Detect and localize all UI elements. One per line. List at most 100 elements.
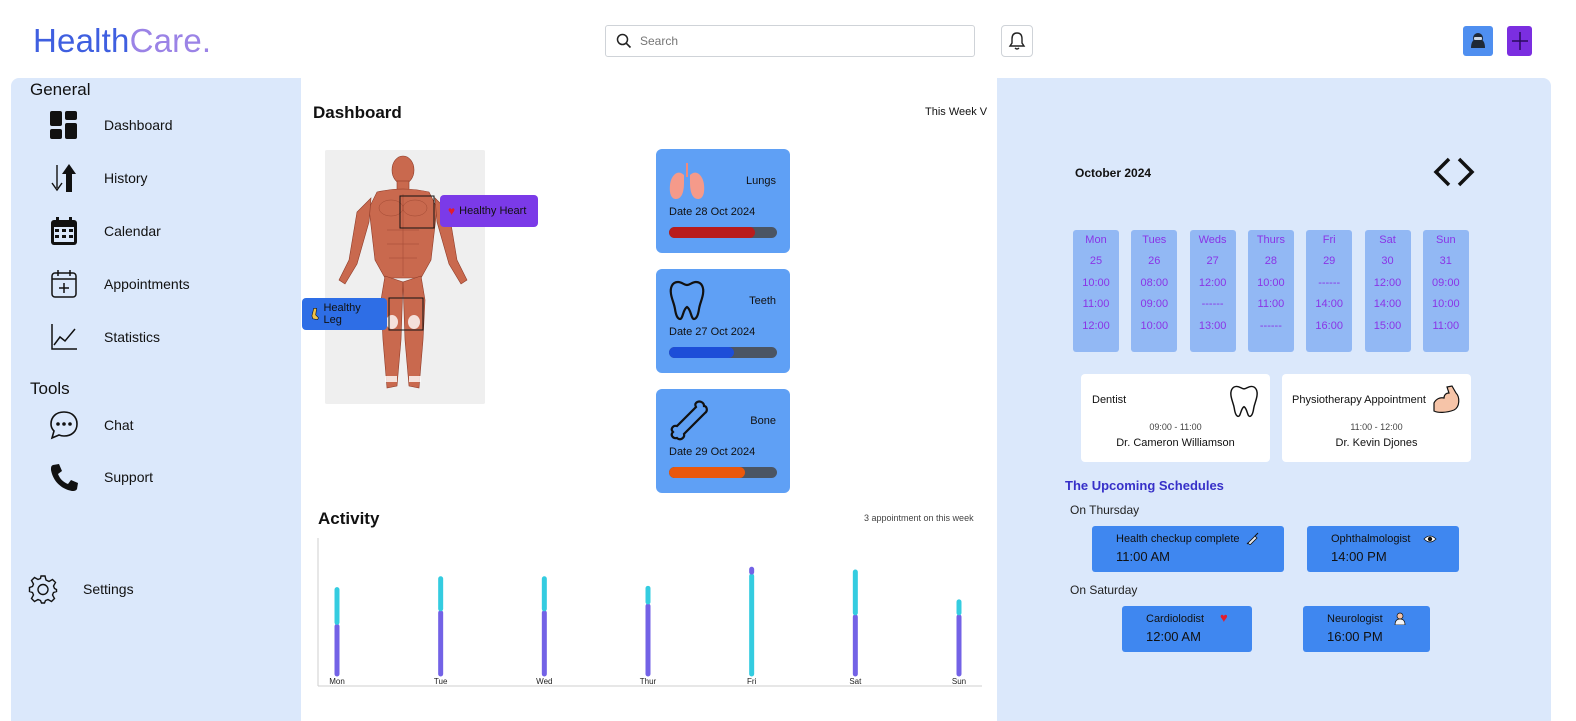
plus-icon <box>1511 32 1528 50</box>
healthy-heart-tag[interactable]: ♥ Healthy Heart <box>440 195 538 227</box>
day-time-slot[interactable]: 14:00 <box>1306 294 1352 315</box>
x-tick-label: Sat <box>849 677 862 686</box>
schedule-item[interactable]: Ophthalmologist 14:00 PM <box>1307 526 1459 572</box>
sidebar-item-label: Chat <box>104 417 134 433</box>
day-time-slot[interactable]: 10:00 <box>1423 294 1469 315</box>
day-name: Mon <box>1085 234 1107 246</box>
notification-button[interactable] <box>1001 25 1033 57</box>
organ-progress-fill <box>669 227 756 238</box>
day-time-slot[interactable]: ------ <box>1306 273 1352 294</box>
sidebar-item-label: Dashboard <box>104 117 173 133</box>
day-time-slot[interactable]: 11:00 <box>1248 294 1294 315</box>
chevron-left-right-icon[interactable] <box>1433 156 1475 188</box>
schedule-item[interactable]: Neurologist 16:00 PM <box>1303 606 1430 652</box>
day-time-slot[interactable]: 10:00 <box>1248 273 1294 294</box>
organ-progress-bar <box>669 227 777 238</box>
calendar-day-tues[interactable]: Tues 26 08:00 09:00 10:00 <box>1131 230 1178 352</box>
activity-chart: Mon Tue Wed Thur Fri Sat Sun <box>317 538 982 687</box>
schedule-time: 14:00 PM <box>1331 549 1387 564</box>
day-time-slot[interactable]: 11:00 <box>1423 316 1469 337</box>
sidebar-item-settings[interactable]: Settings <box>28 574 134 604</box>
day-time-slot[interactable]: 15:00 <box>1365 316 1411 337</box>
schedule-time: 16:00 PM <box>1327 629 1383 644</box>
appointment-title: Physiotherapy Appointment <box>1292 394 1426 406</box>
appointment-time: 11:00 - 12:00 <box>1350 422 1403 432</box>
calendar-day-sun[interactable]: Sun 31 09:00 10:00 11:00 <box>1422 230 1469 352</box>
calendar-day-fri[interactable]: Fri 29 ------ 14:00 16:00 <box>1306 230 1353 352</box>
day-time-slot[interactable]: 08:00 <box>1131 273 1177 294</box>
calendar-day-weds[interactable]: Weds 27 12:00 ------ 13:00 <box>1189 230 1236 352</box>
organ-name: Teeth <box>749 295 776 307</box>
organ-progress-fill <box>669 347 734 358</box>
day-time-slot[interactable]: 09:00 <box>1131 294 1177 315</box>
schedule-item[interactable]: Health checkup complete 11:00 AM <box>1092 526 1284 572</box>
sidebar-item-label: Appointments <box>104 276 190 292</box>
sidebar-item-history[interactable]: History <box>48 163 148 193</box>
add-button[interactable] <box>1507 26 1532 56</box>
organ-name: Lungs <box>746 175 776 187</box>
day-time-slot[interactable]: ------ <box>1190 294 1236 315</box>
day-time-slot[interactable]: 10:00 <box>1131 316 1177 337</box>
sidebar-item-appointments[interactable]: Appointments <box>48 269 190 299</box>
day-name: Weds <box>1198 234 1227 246</box>
calendar-icon <box>51 217 77 245</box>
calendar-day-thurs[interactable]: Thurs 28 10:00 11:00 ------ <box>1247 230 1294 352</box>
calendar-day-mon[interactable]: Mon 25 10:00 11:00 12:00 <box>1073 230 1119 352</box>
sidebar-item-statistics[interactable]: Statistics <box>48 322 160 352</box>
app-logo[interactable]: HealthCare. <box>33 22 211 60</box>
history-arrows-icon <box>51 164 76 192</box>
bone-icon <box>670 400 708 441</box>
day-time-slot[interactable]: 16:00 <box>1306 316 1352 337</box>
dashboard-icon <box>50 111 77 139</box>
sidebar-item-support[interactable]: Support <box>48 462 153 492</box>
day-time-slot[interactable]: 12:00 <box>1365 273 1411 294</box>
day-time-slot[interactable]: ------ <box>1248 316 1294 337</box>
day-date: 25 <box>1089 255 1103 268</box>
schedule-item[interactable]: Cardiolodist ♥ 12:00 AM <box>1122 606 1252 652</box>
organ-date: Date 28 Oct 2024 <box>669 206 756 218</box>
organ-progress-bar <box>669 467 777 478</box>
day-time-slot[interactable]: 12:00 <box>1073 316 1119 337</box>
organ-card-teeth[interactable]: Teeth Date 27 Oct 2024 <box>656 269 790 373</box>
calendar-nav[interactable] <box>1433 156 1475 193</box>
sidebar-item-chat[interactable]: Chat <box>48 410 134 440</box>
organ-date: Date 29 Oct 2024 <box>669 446 756 458</box>
muscle-arm-icon <box>1433 385 1460 413</box>
sidebar-item-dashboard[interactable]: Dashboard <box>48 110 173 140</box>
sidebar-item-label: Calendar <box>104 223 161 239</box>
organ-card-lungs[interactable]: Lungs Date 28 Oct 2024 <box>656 149 790 253</box>
tooth-icon <box>1230 385 1258 418</box>
x-tick-label: Wed <box>536 677 552 686</box>
appointment-card-dentist[interactable]: Dentist 09:00 - 11:00 Dr. Cameron Willia… <box>1081 374 1270 462</box>
tools-section-title: Tools <box>30 379 70 398</box>
day-name: Tues <box>1142 234 1167 246</box>
heart-icon: ♥ <box>1220 610 1228 625</box>
saturday-label: On Saturday <box>1070 583 1138 597</box>
page-title: Dashboard <box>313 103 402 122</box>
day-date: 28 <box>1264 255 1278 268</box>
appointment-card-physiotherapy[interactable]: Physiotherapy Appointment 11:00 - 12:00 … <box>1282 374 1471 462</box>
day-time-slot[interactable]: 10:00 <box>1073 273 1119 294</box>
general-section-title: General <box>30 80 91 99</box>
day-time-slot[interactable]: 13:00 <box>1190 316 1236 337</box>
sidebar-item-calendar[interactable]: Calendar <box>48 216 161 246</box>
calendar-day-sat[interactable]: Sat 30 12:00 14:00 15:00 <box>1364 230 1411 352</box>
day-name: Thurs <box>1256 234 1285 246</box>
calendar-plus-icon <box>51 270 77 298</box>
search-input[interactable] <box>640 34 940 48</box>
day-name: Sat <box>1379 234 1396 246</box>
phone-icon <box>51 464 78 491</box>
healthy-leg-tag[interactable]: Healthy Leg <box>302 298 387 330</box>
user-avatar[interactable] <box>1463 26 1493 56</box>
activity-note: 3 appointment on this week <box>864 513 974 523</box>
organ-progress-fill <box>669 467 745 478</box>
search-box[interactable] <box>605 25 975 57</box>
gear-icon <box>28 575 58 604</box>
day-time-slot[interactable]: 11:00 <box>1073 294 1119 315</box>
day-time-slot[interactable]: 09:00 <box>1423 273 1469 294</box>
organ-card-bone[interactable]: Bone Date 29 Oct 2024 <box>656 389 790 493</box>
day-time-slot[interactable]: 14:00 <box>1365 294 1411 315</box>
calendar-month: October 2024 <box>1075 166 1152 180</box>
period-selector[interactable]: This Week V <box>925 106 987 118</box>
day-time-slot[interactable]: 12:00 <box>1190 273 1236 294</box>
